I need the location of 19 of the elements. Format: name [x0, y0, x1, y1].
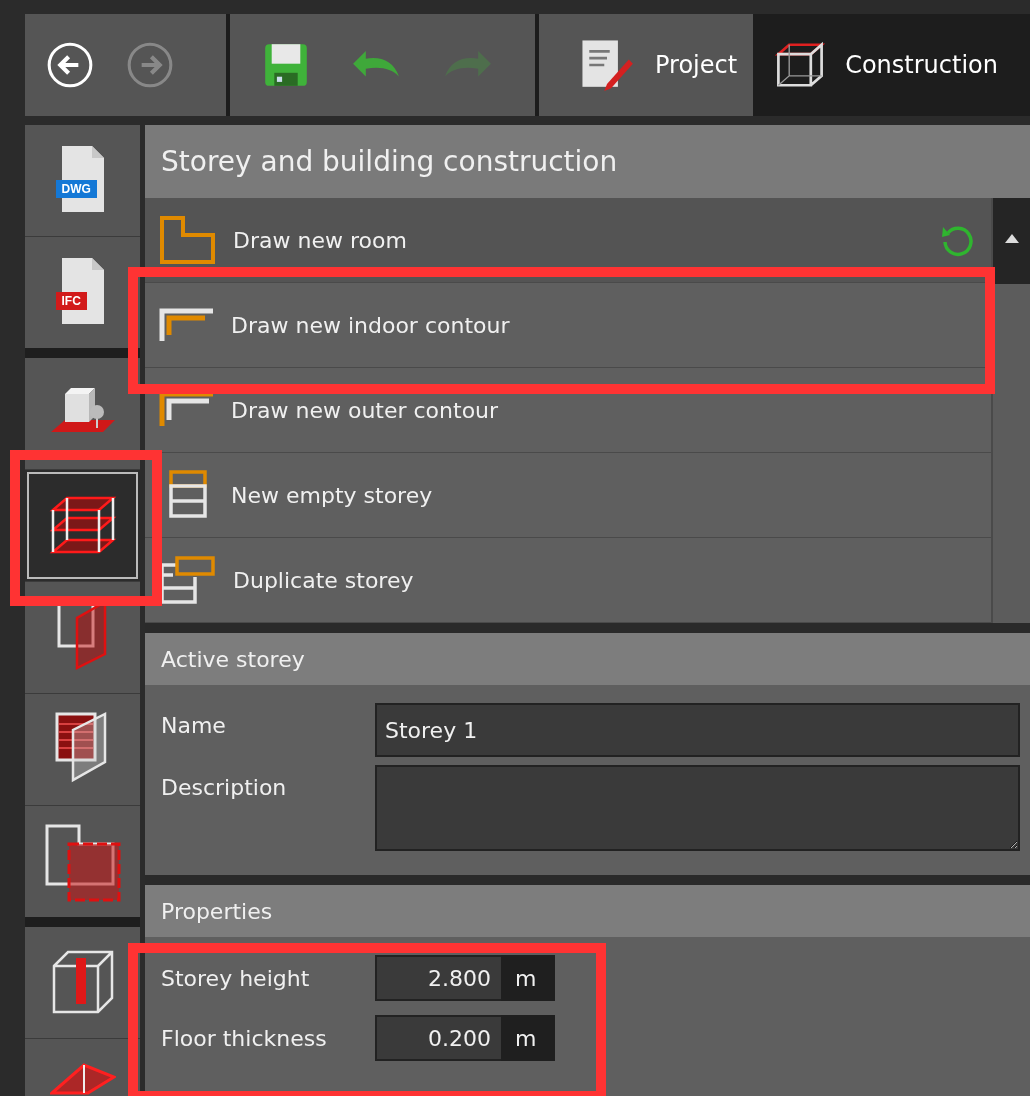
section-title: Properties	[145, 885, 1030, 937]
field-label: Description	[161, 774, 288, 800]
unit-label: m	[501, 1015, 555, 1061]
sidebar-button[interactable]: IFC	[25, 237, 140, 348]
number-field[interactable]: 2.800	[375, 955, 501, 1001]
field-label: Storey height	[161, 965, 311, 991]
menu-item[interactable]: New empty storey	[145, 453, 991, 538]
panel-title: Storey and building construction	[145, 125, 1030, 198]
file-type-label: IFC	[55, 291, 87, 310]
sidebar-button[interactable]: DWG	[25, 125, 140, 236]
field-label: Name	[161, 712, 227, 738]
number-field[interactable]: 0.200	[375, 1015, 501, 1061]
field-label: Floor thickness	[161, 1025, 328, 1051]
file-type-label: DWG	[55, 179, 97, 198]
section-title: Active storey	[145, 633, 1030, 685]
unit-label: m	[501, 955, 555, 1001]
name-field[interactable]: Storey 1	[375, 703, 1020, 757]
menu-item[interactable]: Duplicate storey	[145, 538, 991, 623]
tab[interactable]: Construction	[753, 14, 1030, 116]
